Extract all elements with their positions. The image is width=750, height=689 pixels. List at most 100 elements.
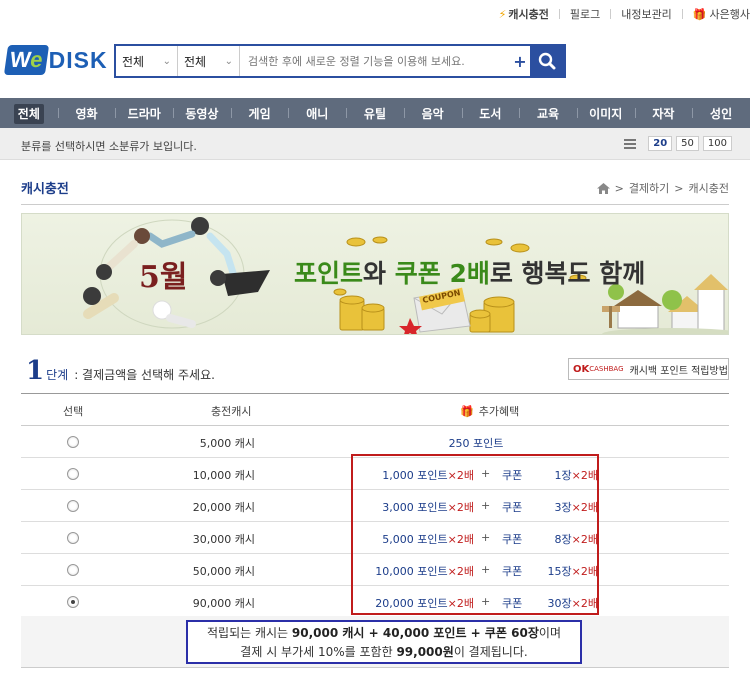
table-header: 선택 충전캐시 🎁 추가혜택	[21, 394, 729, 426]
row-amount: 30,000 캐시	[192, 533, 255, 546]
header-benefit: 🎁 추가혜택	[460, 403, 519, 419]
breadcrumb: > 결제하기 > 캐시충전	[596, 180, 729, 196]
payment-summary: 적립되는 캐시는 90,000 캐시 + 40,000 포인트 + 쿠폰 60장…	[186, 620, 582, 664]
page-title: 캐시충전	[21, 182, 69, 197]
nav-item-util[interactable]: 유틸	[346, 105, 404, 122]
category-nav: 전체 영화 드라마 동영상 게임 애니 유틸 음악 도서 교육 이미지 자작 성…	[0, 98, 750, 128]
lightning-icon: ⚡	[498, 8, 507, 21]
logo-disk: DISK	[48, 46, 108, 73]
okcashbag-label: 캐시백 포인트 적립방법	[629, 365, 728, 377]
breadcrumb-item-payment[interactable]: 결제하기	[629, 180, 669, 196]
header-benefit-label: 추가혜택	[478, 405, 520, 418]
summary-total: 90,000 캐시 + 40,000 포인트 + 쿠폰 60장	[291, 626, 539, 640]
nav-item-education[interactable]: 교육	[519, 105, 577, 122]
summary-text: 결제 시 부가세 10%를 포함한	[240, 645, 397, 659]
search-icon	[538, 52, 556, 70]
page-size-selector: 20 50 100	[624, 136, 732, 151]
nav-item-movie[interactable]: 영화	[57, 105, 116, 122]
charge-radio-20000[interactable]	[67, 500, 79, 512]
top-bar: ⚡ 캐시충전 필로그 내정보관리 🎁 사은행사	[0, 0, 750, 28]
charge-radio-30000[interactable]	[67, 532, 79, 544]
okcashbag-button[interactable]: OK CASHBAG 캐시백 포인트 적립방법	[568, 358, 729, 380]
chevron-down-icon: ⌄	[224, 55, 233, 67]
search-scope-select-2[interactable]: 전체 ⌄	[178, 46, 240, 76]
home-icon[interactable]	[596, 182, 610, 194]
summary-text: 이 결제됩니다.	[453, 645, 528, 659]
nav-item-music[interactable]: 음악	[403, 105, 462, 122]
event-label: 사은행사	[709, 8, 750, 21]
slogan-tail: 로 행복도 함께	[489, 259, 646, 288]
breadcrumb-separator: >	[674, 181, 684, 195]
banner-slogan: 포인트와 쿠폰 2배로 행복도 함께	[294, 254, 645, 290]
row-amount: 50,000 캐시	[192, 565, 255, 578]
nav-label: 영화	[75, 106, 98, 121]
my-info-link[interactable]: 내정보관리	[611, 6, 682, 22]
nav-label: 드라마	[127, 106, 161, 121]
promo-banner[interactable]: 5월 포인트와 쿠폰 2배로 행복도 함께 COUPON	[21, 213, 729, 335]
nav-label: 성인	[710, 106, 733, 121]
nav-item-video[interactable]: 동영상	[173, 105, 231, 122]
chevron-down-icon: ⌄	[162, 55, 171, 67]
okcashbag-logo: OK	[573, 363, 590, 375]
breadcrumb-item-charge: 캐시충전	[688, 182, 729, 195]
nav-label: 게임	[248, 106, 271, 121]
search-bar: 전체 ⌄ 전체 ⌄ +	[114, 44, 566, 78]
subcategory-bar: 분류를 선택하시면 소분류가 보입니다. 20 50 100	[0, 128, 750, 160]
search-button[interactable]	[530, 46, 564, 76]
nav-label: 도서	[479, 106, 502, 121]
charge-radio-5000[interactable]	[67, 436, 79, 448]
gift-icon: 🎁	[692, 8, 707, 21]
page-size-20[interactable]: 20	[648, 136, 673, 151]
list-view-icon[interactable]	[624, 138, 637, 149]
summary-text: 적립되는 캐시는	[206, 626, 292, 640]
nav-label: 자작	[652, 106, 675, 121]
nav-item-original[interactable]: 자작	[634, 105, 693, 122]
logo-we: We	[3, 45, 49, 75]
nav-label: 애니	[306, 106, 329, 121]
header-select: 선택	[63, 405, 84, 418]
gift-icon: 🎁	[460, 405, 474, 418]
nav-item-adult[interactable]: 성인	[692, 105, 750, 122]
row-benefit: 250 포인트	[448, 437, 504, 450]
cash-charge-link[interactable]: ⚡ 캐시충전	[489, 6, 559, 22]
nav-item-drama[interactable]: 드라마	[115, 105, 173, 122]
step-description: : 결제금액을 선택해 주세요.	[74, 368, 215, 382]
nav-label: 유틸	[363, 106, 387, 121]
summary-price: 99,000원	[396, 645, 454, 659]
charge-radio-50000[interactable]	[67, 564, 79, 576]
header-amount: 충전캐시	[211, 405, 252, 418]
top-links: ⚡ 캐시충전 필로그 내정보관리 🎁 사은행사	[489, 6, 750, 22]
row-amount: 5,000 캐시	[199, 437, 255, 450]
search-scope-1-value: 전체	[122, 54, 145, 69]
step-label: 단계	[46, 368, 69, 382]
subcategory-hint: 분류를 선택하시면 소분류가 보입니다.	[21, 140, 197, 153]
nav-item-all[interactable]: 전체	[0, 103, 58, 124]
row-amount: 90,000 캐시	[192, 597, 255, 610]
summary-text: 이며	[538, 626, 561, 640]
nav-label: 음악	[421, 106, 444, 121]
nav-item-image[interactable]: 이미지	[576, 105, 635, 122]
page-size-50[interactable]: 50	[676, 136, 699, 151]
nav-label: 교육	[536, 106, 560, 121]
summary-line-1: 적립되는 캐시는 90,000 캐시 + 40,000 포인트 + 쿠폰 60장…	[188, 624, 580, 643]
search-input[interactable]	[240, 46, 510, 76]
slogan-point: 포인트	[294, 259, 364, 288]
search-scope-select-1[interactable]: 전체 ⌄	[116, 46, 178, 76]
slogan-and: 와	[363, 259, 395, 288]
charge-radio-90000[interactable]	[67, 596, 79, 608]
nav-item-anime[interactable]: 애니	[288, 105, 346, 122]
nav-item-books[interactable]: 도서	[461, 105, 520, 122]
step-header: 1 단계 : 결제금액을 선택해 주세요.	[26, 356, 215, 386]
wedisk-logo[interactable]: We DISK	[3, 42, 108, 78]
banner-month: 5월	[139, 260, 188, 295]
search-plus-button[interactable]: +	[510, 52, 530, 71]
breadcrumb-separator: >	[614, 181, 624, 195]
event-link[interactable]: 🎁 사은행사	[683, 6, 750, 22]
page-size-100[interactable]: 100	[702, 136, 732, 151]
nav-item-game[interactable]: 게임	[230, 105, 289, 122]
row-amount: 20,000 캐시	[192, 501, 255, 514]
summary-line-2: 결제 시 부가세 10%를 포함한 99,000원이 결제됩니다.	[188, 643, 580, 662]
charge-radio-10000[interactable]	[67, 468, 79, 480]
pilog-link[interactable]: 필로그	[560, 6, 610, 22]
search-scope-2-value: 전체	[184, 54, 207, 69]
